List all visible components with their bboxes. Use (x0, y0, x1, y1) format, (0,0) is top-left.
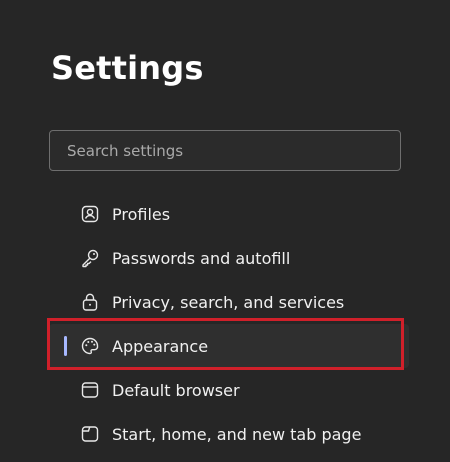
profile-icon (79, 203, 101, 225)
palette-icon (79, 335, 101, 357)
nav-item-label: Passwords and autofill (112, 248, 291, 268)
browser-icon (79, 379, 101, 401)
nav-item-label: Default browser (112, 380, 240, 400)
lock-icon (79, 291, 101, 313)
nav-item-start-home-new-tab[interactable]: Start, home, and new tab page (49, 412, 409, 456)
nav-item-appearance[interactable]: Appearance (49, 324, 409, 368)
search-box[interactable] (49, 130, 401, 171)
nav-item-label: Appearance (112, 336, 209, 356)
selected-indicator (64, 336, 67, 356)
nav-item-label: Profiles (112, 204, 171, 224)
settings-page: Settings Profiles Passwor (0, 0, 450, 462)
nav-item-profiles[interactable]: Profiles (49, 192, 409, 236)
settings-nav: Profiles Passwords and autofill Privacy,… (49, 192, 409, 456)
nav-item-label: Privacy, search, and services (112, 292, 345, 312)
key-icon (79, 247, 101, 269)
nav-item-label: Start, home, and new tab page (112, 424, 362, 444)
search-input[interactable] (67, 141, 383, 160)
page-title: Settings (51, 49, 204, 87)
nav-item-privacy-search-services[interactable]: Privacy, search, and services (49, 280, 409, 324)
home-tab-icon (79, 423, 101, 445)
nav-item-passwords-and-autofill[interactable]: Passwords and autofill (49, 236, 409, 280)
nav-item-default-browser[interactable]: Default browser (49, 368, 409, 412)
